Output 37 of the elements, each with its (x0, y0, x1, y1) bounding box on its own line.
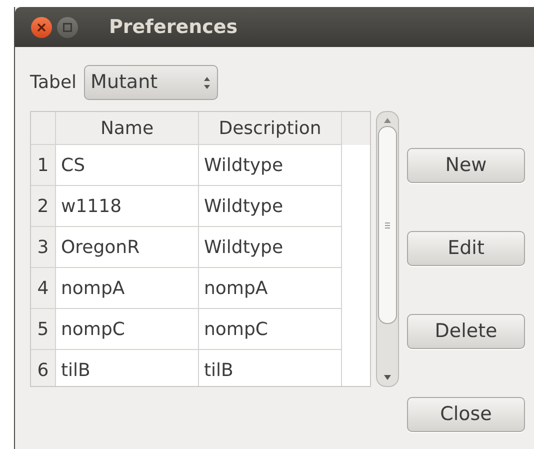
close-button[interactable]: Close (407, 397, 525, 432)
table-cell: CS (56, 145, 199, 186)
table-cell: Wildtype (199, 227, 342, 268)
row-number: 6 (31, 350, 56, 386)
row-number: 4 (31, 268, 56, 309)
row-number: 5 (31, 309, 56, 350)
grip-icon (385, 222, 390, 228)
table-dropdown[interactable]: Mutant (84, 65, 218, 100)
action-button[interactable]: Delete (407, 314, 525, 349)
action-button[interactable]: Edit (407, 231, 525, 266)
scrollbar-thumb[interactable] (378, 126, 397, 324)
table-label: Tabel (30, 71, 77, 95)
table-cell: nompC (199, 309, 342, 350)
vertical-scrollbar[interactable] (376, 111, 399, 387)
table-cell: nompA (199, 268, 342, 309)
table-cell: nompA (56, 268, 199, 309)
row-number: 2 (31, 186, 56, 227)
column-header[interactable]: Description (199, 112, 342, 145)
scroll-down-icon (384, 375, 391, 380)
close-window-button[interactable] (31, 16, 52, 38)
table-cell: OregonR (56, 227, 199, 268)
row-number: 3 (31, 227, 56, 268)
action-button[interactable]: New (407, 148, 525, 183)
table-cell: Wildtype (199, 186, 342, 227)
table-cell: tilB (56, 350, 199, 386)
window-title: Preferences (109, 14, 238, 40)
table-cell: w1118 (56, 186, 199, 227)
table-cell: tilB (199, 350, 342, 386)
maximize-button[interactable] (57, 16, 78, 38)
column-header[interactable]: Name (56, 112, 199, 145)
table-cell: Wildtype (199, 145, 342, 186)
table-cell: nompC (56, 309, 199, 350)
scroll-up-icon (384, 118, 391, 123)
close-icon (37, 22, 46, 32)
maximize-icon (63, 22, 72, 32)
row-number: 1 (31, 145, 56, 186)
spinner-arrows-icon (202, 76, 211, 90)
